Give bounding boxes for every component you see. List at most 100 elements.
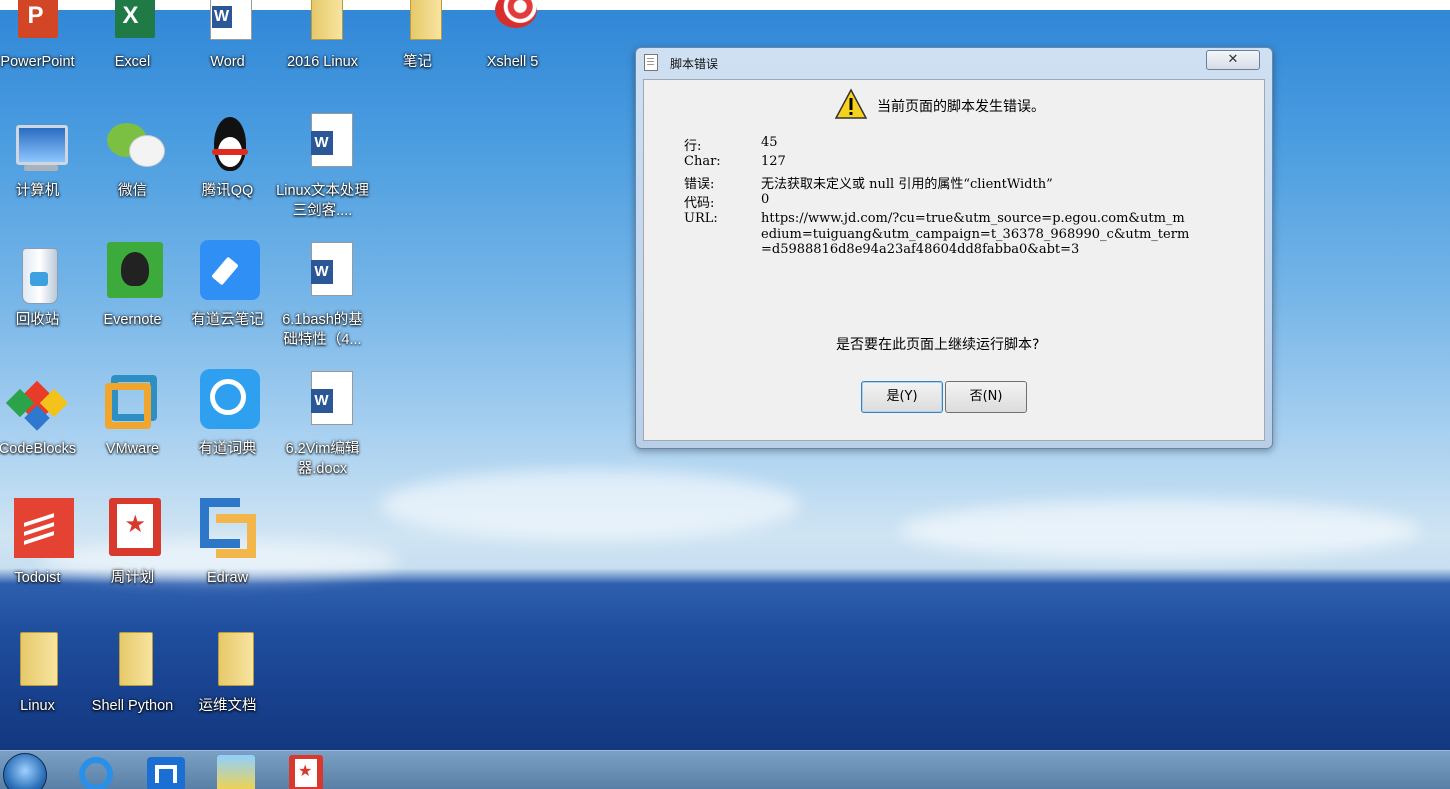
desktop-icon-recycle-bin[interactable]: 回收站 (0, 246, 85, 330)
word-document-icon: W (291, 113, 355, 181)
dialog-title: 脚本错误 (670, 57, 719, 71)
icon-label: 2016 Linux (287, 54, 358, 70)
icon-label: Todoist (14, 570, 61, 586)
dialog-body: 当前页面的脚本发生错误。 行: 45 Char: 127 错误: 无法获取未定义或 n… (643, 79, 1265, 441)
codeblocks-icon (5, 375, 70, 439)
vmware-icon (101, 375, 165, 439)
desktop-icon-linux-folder[interactable]: Linux (0, 632, 85, 716)
desktop-icon-weekly-plan[interactable]: ★ 周计划 (85, 498, 180, 588)
youdao-dict-icon (196, 369, 260, 439)
desktop-icon-xshell[interactable]: Xshell 5 (465, 0, 560, 72)
icon-label: 腾讯QQ (201, 183, 254, 199)
desktop-icon-ops-docs-folder[interactable]: 运维文档 (180, 632, 275, 716)
icon-label: Linux文本处理三剑客.... (276, 183, 369, 219)
warning-icon (834, 88, 868, 119)
field-value: 127 (761, 154, 786, 169)
folder-icon (6, 632, 70, 696)
icon-label: VMware (105, 441, 160, 457)
icon-label: Xshell 5 (486, 54, 539, 70)
desktop-icon-evernote[interactable]: Evernote (85, 242, 180, 330)
xshell-icon (481, 0, 545, 52)
icon-label: 计算机 (15, 183, 60, 199)
desktop-icon-word[interactable]: W Word (180, 0, 275, 72)
yes-button[interactable]: 是(Y) (861, 381, 943, 413)
desktop-icon-youdao-note[interactable]: 有道云笔记 (180, 240, 275, 330)
desktop-icon-computer[interactable]: 计算机 (0, 117, 85, 201)
desktop-icon-vim-doc[interactable]: W 6.2Vim编辑器.docx (275, 371, 370, 479)
photo-app-icon[interactable] (215, 753, 257, 789)
icon-label: 回收站 (15, 312, 60, 328)
icon-label: Shell Python (91, 698, 174, 714)
field-key: 错误: (684, 177, 715, 192)
desktop-icon-edraw[interactable]: Edraw (180, 498, 275, 588)
field-key: 行: (684, 139, 702, 154)
icon-label: CodeBlocks (0, 441, 77, 457)
icon-label: Linux (20, 698, 55, 714)
icon-label: Edraw (206, 570, 249, 586)
taskbar: ★ (0, 750, 1450, 789)
desktop-icon-2016-linux-folder[interactable]: 2016 Linux (275, 0, 370, 72)
field-key: URL: (684, 211, 718, 226)
document-icon (644, 54, 658, 71)
desktop-icon-excel[interactable]: X Excel (85, 0, 180, 72)
error-headline: 当前页面的脚本发生错误。 (877, 99, 1045, 115)
word-document-icon: W (291, 242, 355, 310)
start-orb-icon[interactable] (3, 753, 47, 789)
recycle-bin-icon (6, 246, 70, 310)
field-key: Char: (684, 154, 721, 169)
wechat-icon (101, 117, 165, 181)
icon-label: 有道云笔记 (191, 312, 264, 328)
desktop-icon-todoist[interactable]: Todoist (0, 498, 85, 588)
cloud (900, 500, 1420, 560)
icon-label: 周计划 (110, 570, 155, 586)
close-icon: ✕ (1227, 52, 1239, 67)
desktop-icon-youdao-dict[interactable]: 有道词典 (180, 369, 275, 459)
field-value: 0 (761, 192, 770, 207)
youdao-note-icon (196, 240, 260, 310)
field-value: 45 (761, 135, 778, 150)
icon-label: 微信 (118, 183, 147, 199)
field-error: 错误: 无法获取未定义或 null 引用的属性“clientWidth” (684, 173, 1053, 192)
icon-label: PowerPoint (0, 54, 75, 70)
edraw-icon (196, 498, 260, 568)
dialog-titlebar[interactable]: 脚本错误 ✕ (636, 48, 1272, 76)
powerpoint-icon: P (6, 0, 70, 52)
weekly-plan-icon[interactable]: ★ (285, 753, 327, 789)
icon-label: 6.2Vim编辑器.docx (285, 441, 360, 477)
todoist-icon (6, 498, 74, 568)
desktop-icon-shell-python-folder[interactable]: Shell Python (85, 632, 180, 716)
maxthon-icon[interactable] (145, 753, 187, 789)
close-button[interactable]: ✕ (1206, 50, 1260, 70)
field-code: 代码: 0 (684, 192, 769, 211)
field-char: Char: 127 (684, 154, 786, 169)
desktop-icon-powerpoint[interactable]: P PowerPoint (0, 0, 85, 72)
weekly-plan-icon: ★ (101, 498, 165, 568)
field-value: 无法获取未定义或 null 引用的属性“clientWidth” (761, 177, 1053, 192)
qq-browser-icon[interactable] (75, 753, 117, 789)
word-document-icon: W (291, 371, 355, 439)
field-url: URL: https://www.jd.com/?cu=true&utm_sour… (684, 211, 1191, 258)
desktop-icon-qq[interactable]: 腾讯QQ (180, 117, 275, 201)
icon-label: Excel (114, 54, 151, 70)
icon-label: Evernote (103, 312, 162, 328)
folder-icon (386, 0, 450, 52)
field-key: 代码: (684, 196, 715, 211)
icon-label: 有道词典 (198, 441, 257, 457)
no-button[interactable]: 否(N) (945, 381, 1027, 413)
icon-label: 6.1bash的基础特性（4... (282, 312, 363, 348)
desktop-icon-linux-text-doc[interactable]: W Linux文本处理三剑客.... (275, 113, 370, 221)
script-error-dialog: 脚本错误 ✕ 当前页面的脚本发生错误。 行: 45 Char: 127 错误: 无法获… (635, 47, 1273, 449)
excel-icon: X (101, 0, 165, 52)
folder-icon (291, 0, 355, 52)
desktop-icon-bash-doc[interactable]: W 6.1bash的基础特性（4... (275, 242, 370, 350)
field-line: 行: 45 (684, 135, 778, 154)
desktop-icon-codeblocks[interactable]: CodeBlocks (0, 375, 85, 459)
evernote-icon (101, 242, 165, 310)
desktop: P PowerPoint 计算机 回收站 CodeBlocks Todoist (0, 0, 1450, 789)
word-icon: W (196, 0, 260, 52)
desktop-icon-vmware[interactable]: VMware (85, 375, 180, 459)
desktop-icon-notes-folder[interactable]: 笔记 (370, 0, 465, 72)
icon-label: 笔记 (403, 54, 432, 70)
folder-icon (196, 632, 260, 696)
desktop-icon-wechat[interactable]: 微信 (85, 117, 180, 201)
